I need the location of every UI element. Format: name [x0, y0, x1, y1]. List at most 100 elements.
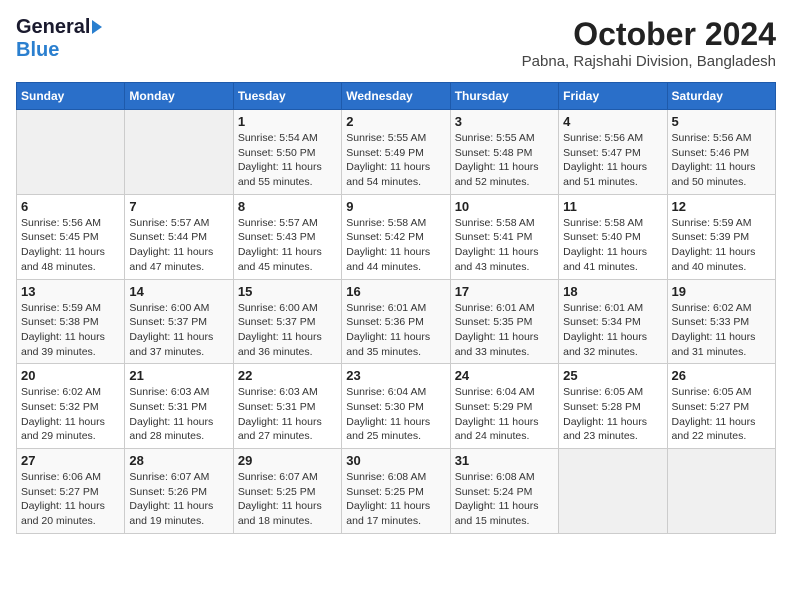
calendar-cell: 30 Sunrise: 6:08 AMSunset: 5:25 PMDayligh… — [342, 449, 450, 534]
day-number: 27 — [21, 453, 120, 468]
calendar-cell: 3Sunrise: 5:55 AMSunset: 5:48 PMDaylight… — [450, 110, 558, 195]
day-number: 14 — [129, 284, 228, 299]
day-info: Sunrise: 5:59 AMSunset: 5:39 PMDaylight:… — [672, 216, 771, 275]
day-number: 23 — [346, 368, 445, 383]
day-info: Sunrise: 6:01 AMSunset: 5:35 PMDaylight:… — [455, 301, 554, 360]
calendar-cell: 4Sunrise: 5:56 AMSunset: 5:47 PMDaylight… — [559, 110, 667, 195]
day-info: Sunrise: 6:03 AMSunset: 5:31 PMDaylight:… — [129, 385, 228, 444]
calendar-cell: 13 Sunrise: 5:59 AMSunset: 5:38 PMDayligh… — [17, 279, 125, 364]
day-number: 30 — [346, 453, 445, 468]
day-info: Sunrise: 5:57 AMSunset: 5:43 PMDaylight:… — [238, 216, 337, 275]
calendar-cell: 23 Sunrise: 6:04 AMSunset: 5:30 PMDayligh… — [342, 364, 450, 449]
calendar-header-row: SundayMondayTuesdayWednesdayThursdayFrid… — [17, 83, 776, 110]
calendar-cell — [667, 449, 775, 534]
day-number: 11 — [563, 199, 662, 214]
calendar-cell: 29 Sunrise: 6:07 AMSunset: 5:25 PMDayligh… — [233, 449, 341, 534]
calendar-week-row: 20Sunrise: 6:02 AMSunset: 5:32 PMDayligh… — [17, 364, 776, 449]
calendar-cell: 5Sunrise: 5:56 AMSunset: 5:46 PMDaylight… — [667, 110, 775, 195]
day-number: 1 — [238, 114, 337, 129]
day-info: Sunrise: 6:06 AMSunset: 5:27 PMDaylight:… — [21, 470, 120, 529]
day-info: Sunrise: 6:02 AMSunset: 5:32 PMDaylight:… — [21, 385, 120, 444]
logo: General Blue — [16, 16, 102, 62]
calendar-cell: 19Sunrise: 6:02 AMSunset: 5:33 PMDayligh… — [667, 279, 775, 364]
calendar-cell — [17, 110, 125, 195]
day-info: Sunrise: 5:54 AMSunset: 5:50 PMDaylight:… — [238, 131, 337, 190]
day-number: 16 — [346, 284, 445, 299]
day-info: Sunrise: 5:56 AMSunset: 5:45 PMDaylight:… — [21, 216, 120, 275]
calendar-week-row: 1 Sunrise: 5:54 AMSunset: 5:50 PMDaylight… — [17, 110, 776, 195]
calendar-cell: 9Sunrise: 5:58 AMSunset: 5:42 PMDaylight… — [342, 194, 450, 279]
calendar-cell: 6 Sunrise: 5:56 AMSunset: 5:45 PMDaylight… — [17, 194, 125, 279]
day-number: 6 — [21, 199, 120, 214]
day-number: 25 — [563, 368, 662, 383]
day-info: Sunrise: 5:55 AMSunset: 5:49 PMDaylight:… — [346, 131, 445, 190]
day-info: Sunrise: 6:07 AMSunset: 5:25 PMDaylight:… — [238, 470, 337, 529]
day-number: 7 — [129, 199, 228, 214]
calendar-cell: 12 Sunrise: 5:59 AMSunset: 5:39 PMDayligh… — [667, 194, 775, 279]
location-title: Pabna, Rajshahi Division, Bangladesh — [522, 53, 776, 70]
day-info: Sunrise: 5:58 AMSunset: 5:40 PMDaylight:… — [563, 216, 662, 275]
calendar-cell: 26 Sunrise: 6:05 AMSunset: 5:27 PMDayligh… — [667, 364, 775, 449]
calendar-cell — [125, 110, 233, 195]
day-info: Sunrise: 5:58 AMSunset: 5:42 PMDaylight:… — [346, 216, 445, 275]
calendar-cell: 1 Sunrise: 5:54 AMSunset: 5:50 PMDaylight… — [233, 110, 341, 195]
calendar-cell — [559, 449, 667, 534]
calendar-header-thursday: Thursday — [450, 83, 558, 110]
calendar-cell: 17 Sunrise: 6:01 AMSunset: 5:35 PMDayligh… — [450, 279, 558, 364]
day-info: Sunrise: 6:05 AMSunset: 5:27 PMDaylight:… — [672, 385, 771, 444]
day-number: 12 — [672, 199, 771, 214]
day-info: Sunrise: 6:08 AMSunset: 5:24 PMDaylight:… — [455, 470, 554, 529]
day-number: 29 — [238, 453, 337, 468]
calendar-cell: 2 Sunrise: 5:55 AMSunset: 5:49 PMDaylight… — [342, 110, 450, 195]
day-number: 24 — [455, 368, 554, 383]
day-info: Sunrise: 6:05 AMSunset: 5:28 PMDaylight:… — [563, 385, 662, 444]
calendar-cell: 24 Sunrise: 6:04 AMSunset: 5:29 PMDayligh… — [450, 364, 558, 449]
page-header: General Blue October 2024 Pabna, Rajshah… — [16, 16, 776, 70]
calendar-cell: 10 Sunrise: 5:58 AMSunset: 5:41 PMDayligh… — [450, 194, 558, 279]
day-number: 31 — [455, 453, 554, 468]
day-number: 22 — [238, 368, 337, 383]
calendar-header-friday: Friday — [559, 83, 667, 110]
calendar-header-wednesday: Wednesday — [342, 83, 450, 110]
day-info: Sunrise: 6:07 AMSunset: 5:26 PMDaylight:… — [129, 470, 228, 529]
day-number: 2 — [346, 114, 445, 129]
day-number: 26 — [672, 368, 771, 383]
calendar-header-tuesday: Tuesday — [233, 83, 341, 110]
logo-triangle-icon — [92, 20, 102, 34]
day-number: 10 — [455, 199, 554, 214]
calendar-cell: 25 Sunrise: 6:05 AMSunset: 5:28 PMDayligh… — [559, 364, 667, 449]
day-info: Sunrise: 5:59 AMSunset: 5:38 PMDaylight:… — [21, 301, 120, 360]
calendar-cell: 20Sunrise: 6:02 AMSunset: 5:32 PMDayligh… — [17, 364, 125, 449]
calendar-cell: 21 Sunrise: 6:03 AMSunset: 5:31 PMDayligh… — [125, 364, 233, 449]
day-info: Sunrise: 5:56 AMSunset: 5:46 PMDaylight:… — [672, 131, 771, 190]
calendar-header-monday: Monday — [125, 83, 233, 110]
calendar-cell: 11 Sunrise: 5:58 AMSunset: 5:40 PMDayligh… — [559, 194, 667, 279]
day-info: Sunrise: 6:03 AMSunset: 5:31 PMDaylight:… — [238, 385, 337, 444]
logo-blue: Blue — [16, 39, 59, 62]
day-info: Sunrise: 6:01 AMSunset: 5:34 PMDaylight:… — [563, 301, 662, 360]
calendar-header-sunday: Sunday — [17, 83, 125, 110]
day-number: 19 — [672, 284, 771, 299]
calendar-cell: 28Sunrise: 6:07 AMSunset: 5:26 PMDayligh… — [125, 449, 233, 534]
calendar-cell: 16 Sunrise: 6:01 AMSunset: 5:36 PMDayligh… — [342, 279, 450, 364]
day-info: Sunrise: 6:04 AMSunset: 5:30 PMDaylight:… — [346, 385, 445, 444]
calendar-cell: 18Sunrise: 6:01 AMSunset: 5:34 PMDayligh… — [559, 279, 667, 364]
day-number: 21 — [129, 368, 228, 383]
day-info: Sunrise: 6:04 AMSunset: 5:29 PMDaylight:… — [455, 385, 554, 444]
calendar-cell: 7Sunrise: 5:57 AMSunset: 5:44 PMDaylight… — [125, 194, 233, 279]
title-block: October 2024 Pabna, Rajshahi Division, B… — [522, 16, 776, 70]
day-number: 13 — [21, 284, 120, 299]
day-number: 17 — [455, 284, 554, 299]
calendar-cell: 31 Sunrise: 6:08 AMSunset: 5:24 PMDayligh… — [450, 449, 558, 534]
day-info: Sunrise: 6:01 AMSunset: 5:36 PMDaylight:… — [346, 301, 445, 360]
day-info: Sunrise: 6:00 AMSunset: 5:37 PMDaylight:… — [238, 301, 337, 360]
day-info: Sunrise: 6:08 AMSunset: 5:25 PMDaylight:… — [346, 470, 445, 529]
day-number: 8 — [238, 199, 337, 214]
calendar-week-row: 13 Sunrise: 5:59 AMSunset: 5:38 PMDayligh… — [17, 279, 776, 364]
calendar-cell: 8 Sunrise: 5:57 AMSunset: 5:43 PMDaylight… — [233, 194, 341, 279]
calendar-cell: 15Sunrise: 6:00 AMSunset: 5:37 PMDayligh… — [233, 279, 341, 364]
day-info: Sunrise: 6:00 AMSunset: 5:37 PMDaylight:… — [129, 301, 228, 360]
day-info: Sunrise: 5:55 AMSunset: 5:48 PMDaylight:… — [455, 131, 554, 190]
day-info: Sunrise: 5:58 AMSunset: 5:41 PMDaylight:… — [455, 216, 554, 275]
day-info: Sunrise: 5:56 AMSunset: 5:47 PMDaylight:… — [563, 131, 662, 190]
